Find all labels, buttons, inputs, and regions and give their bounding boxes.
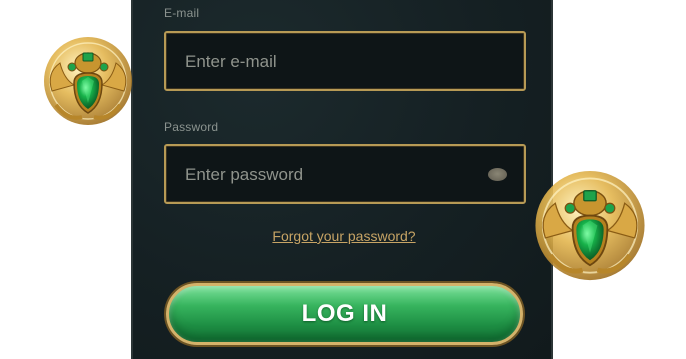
scarab-emblem-icon xyxy=(44,37,132,125)
password-field[interactable] xyxy=(183,146,487,204)
show-password-icon[interactable] xyxy=(488,168,507,181)
login-button[interactable]: LOG IN xyxy=(166,283,523,345)
forgot-password-link[interactable]: Forgot your password? xyxy=(272,228,415,244)
email-field-frame[interactable] xyxy=(164,31,526,91)
email-label: E-mail xyxy=(164,6,200,20)
password-label: Password xyxy=(164,120,219,134)
scarab-emblem-icon xyxy=(535,170,645,281)
password-field-frame[interactable] xyxy=(164,144,526,204)
login-button-label: LOG IN xyxy=(301,300,388,327)
email-field[interactable] xyxy=(183,33,487,91)
forgot-password-row: Forgot your password? xyxy=(133,228,555,246)
login-screen: E-mail Password Forgot your password? LO… xyxy=(0,0,686,359)
login-panel: E-mail Password Forgot your password? LO… xyxy=(131,0,553,359)
